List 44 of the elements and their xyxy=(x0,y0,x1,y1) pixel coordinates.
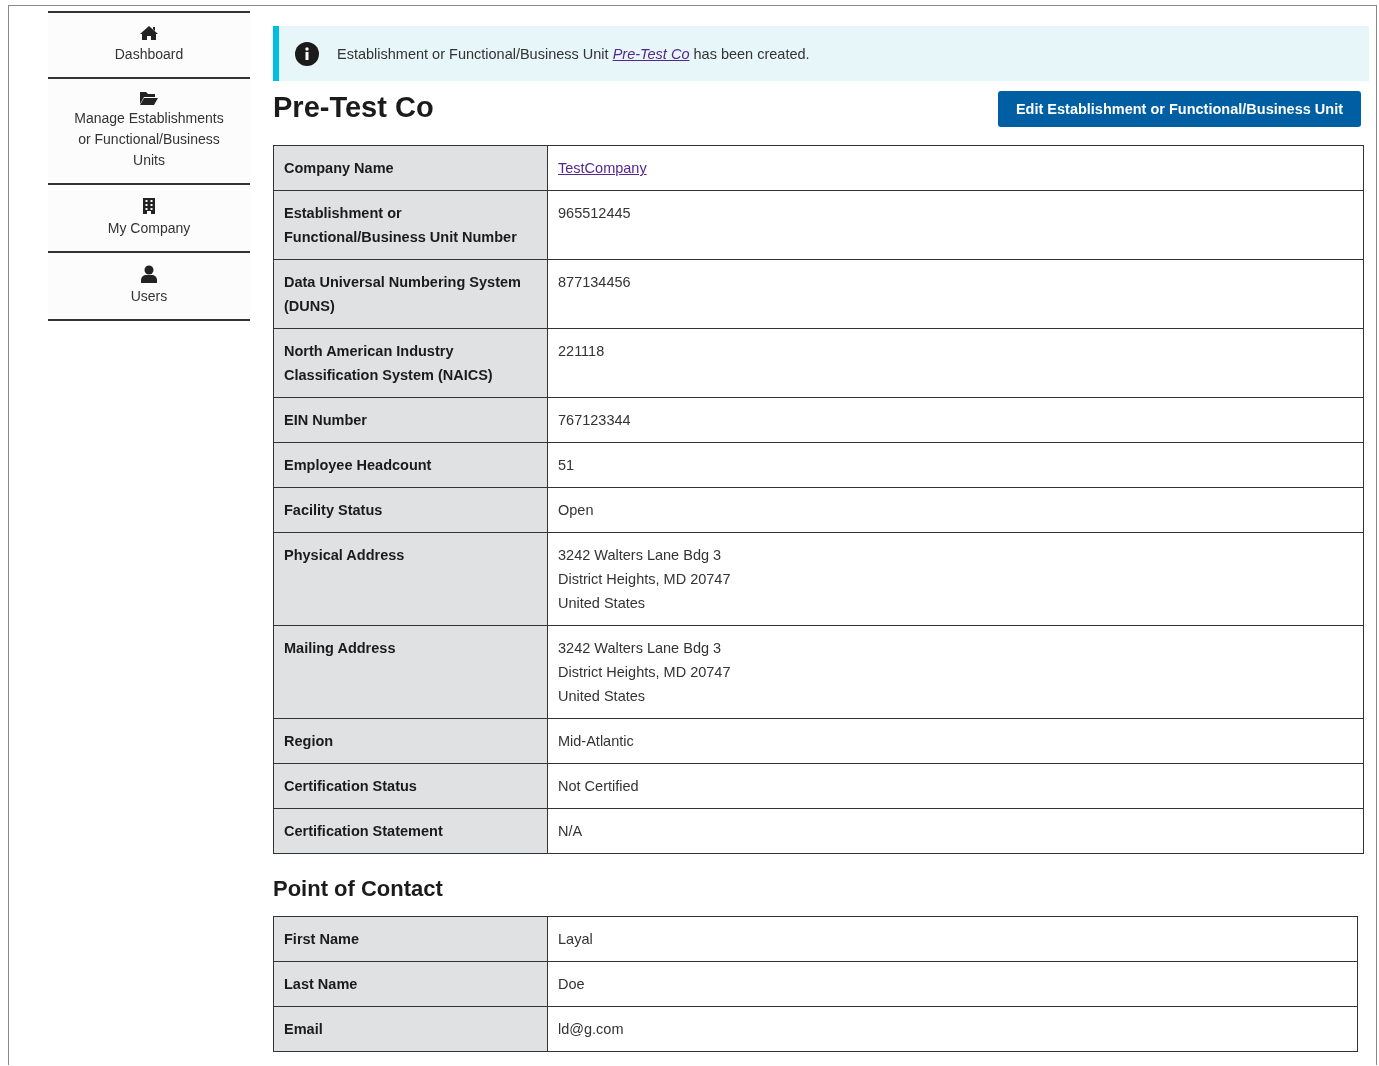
establishment-link[interactable]: Pre-Test Co xyxy=(612,45,690,62)
building-icon xyxy=(142,197,156,215)
value-line: 3242 Walters Lane Bdg 3 xyxy=(558,546,723,565)
value-line: United States xyxy=(558,687,647,706)
value-line: Open xyxy=(558,501,595,520)
field-label: Facility Status xyxy=(273,487,548,533)
field-label: Certification Status xyxy=(273,763,548,809)
value-line: 767123344 xyxy=(558,411,632,430)
alert-message: Establishment or Functional/Business Unit Pre-Test Co has been created. xyxy=(337,45,810,62)
value-line: Layal xyxy=(558,930,594,949)
value-line: ld@g.com xyxy=(558,1020,625,1039)
field-label: Certification Statement xyxy=(273,808,548,854)
value-line: 965512445 xyxy=(558,204,632,223)
field-label: Data Universal Numbering System (DUNS) xyxy=(273,259,548,329)
value-line: 51 xyxy=(558,456,576,475)
field-label: Employee Headcount xyxy=(273,442,548,488)
field-label: Establishment or Functional/Business Unit Number xyxy=(273,190,548,260)
field-label: First Name xyxy=(273,916,548,962)
home-icon xyxy=(139,25,159,41)
value-line: Mid-Atlantic xyxy=(558,732,635,751)
field-label: Region xyxy=(273,718,548,764)
field-label: North American Industry Classification System (NAICS) xyxy=(273,328,548,398)
info-icon xyxy=(295,41,319,66)
value-line: District Heights, MD 20747 xyxy=(558,663,732,682)
value-line: Not Certified xyxy=(558,777,640,796)
value-line: Doe xyxy=(558,975,586,994)
user-icon xyxy=(141,265,157,283)
value-line: 3242 Walters Lane Bdg 3 xyxy=(558,639,723,658)
value-line: 221118 xyxy=(558,342,606,361)
value-line: N/A xyxy=(558,822,584,841)
value-line: 877134456 xyxy=(558,273,632,292)
field-label: Mailing Address xyxy=(273,625,548,719)
field-label: Email xyxy=(273,1006,548,1052)
page-title: Pre-Test Co xyxy=(273,91,434,123)
folder-icon xyxy=(139,91,159,105)
value-line: District Heights, MD 20747 xyxy=(558,570,732,589)
field-label: Physical Address xyxy=(273,532,548,626)
edit-button[interactable]: Edit Establishment or Functional/Business Unit xyxy=(997,91,1361,127)
value-line: United States xyxy=(558,594,647,613)
field-label: Last Name xyxy=(273,961,548,1007)
field-label: Company Name xyxy=(273,145,548,191)
field-label: EIN Number xyxy=(273,397,548,443)
section-heading: Point of Contact xyxy=(273,876,444,902)
company-link[interactable]: TestCompany xyxy=(558,160,647,176)
